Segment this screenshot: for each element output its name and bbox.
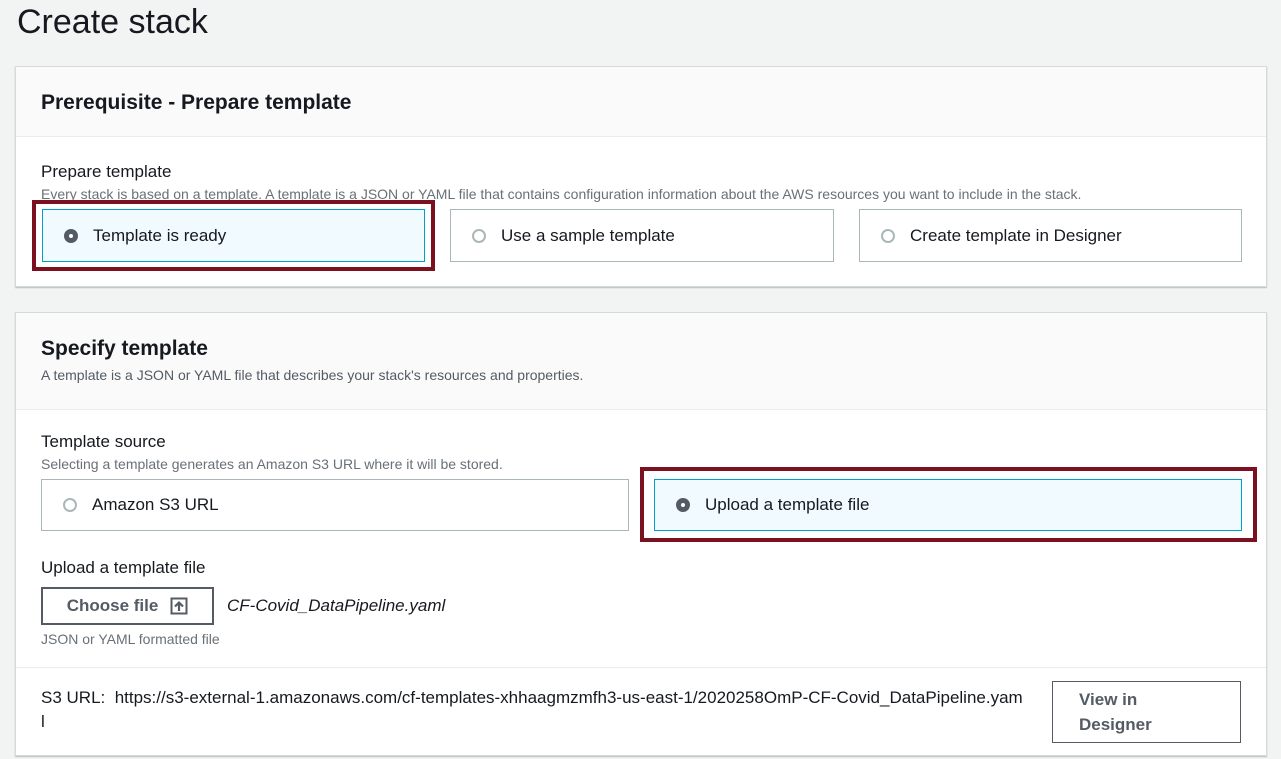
s3-url-text: S3 URL: https://s3-external-1.amazonaws.…	[41, 686, 1026, 734]
specify-template-title: Specify template	[41, 337, 208, 360]
view-in-designer-label: View in Designer	[1079, 690, 1152, 734]
choose-file-label: Choose file	[66, 596, 159, 615]
upload-template-file-label: Upload a template file	[41, 558, 206, 577]
option-use-sample-template-label: Use a sample template	[501, 225, 675, 245]
option-upload-template-file[interactable]: Upload a template file	[654, 479, 1242, 531]
s3-url-value[interactable]: https://s3-external-1.amazonaws.com/cf-t…	[41, 688, 1023, 731]
option-upload-template-file-label: Upload a template file	[705, 495, 870, 514]
s3-url-label: S3 URL:	[41, 688, 106, 707]
specify-template-card-header: Specify template A template is a JSON or…	[16, 313, 1266, 410]
specify-template-card: Specify template A template is a JSON or…	[15, 312, 1267, 756]
option-create-in-designer[interactable]: Create template in Designer	[859, 209, 1242, 262]
option-amazon-s3-url-label: Amazon S3 URL	[92, 495, 219, 514]
radio-template-is-ready[interactable]	[64, 228, 78, 243]
s3-url-row: S3 URL: https://s3-external-1.amazonaws.…	[16, 667, 1266, 758]
option-template-is-ready-label: Template is ready	[93, 225, 227, 245]
option-use-sample-template[interactable]: Use a sample template	[450, 209, 834, 262]
prerequisite-card-header: Prerequisite - Prepare template	[16, 67, 1266, 137]
radio-use-sample-template[interactable]	[472, 228, 486, 243]
option-create-in-designer-label: Create template in Designer	[910, 225, 1122, 245]
upload-icon	[170, 597, 188, 615]
file-constraint-text: JSON or YAML formatted file	[41, 631, 220, 647]
option-amazon-s3-url[interactable]: Amazon S3 URL	[41, 479, 629, 531]
choose-file-button[interactable]: Choose file	[41, 587, 214, 625]
specify-template-description: A template is a JSON or YAML file that d…	[41, 367, 584, 383]
radio-amazon-s3-url[interactable]	[63, 498, 77, 512]
prepare-template-description: Every stack is based on a template. A te…	[41, 186, 1082, 202]
selected-file-name: CF-Covid_DataPipeline.yaml	[227, 596, 446, 615]
prerequisite-title: Prerequisite - Prepare template	[41, 91, 352, 114]
page-title: Create stack	[17, 3, 208, 41]
template-source-label: Template source	[41, 432, 166, 451]
prerequisite-card: Prerequisite - Prepare template Prepare …	[15, 66, 1267, 287]
radio-create-in-designer[interactable]	[881, 228, 895, 243]
radio-upload-template-file[interactable]	[676, 498, 690, 512]
prepare-template-label: Prepare template	[41, 162, 172, 181]
view-in-designer-button[interactable]: View in Designer	[1052, 681, 1241, 743]
option-template-is-ready[interactable]: Template is ready	[42, 209, 425, 262]
template-source-description: Selecting a template generates an Amazon…	[41, 456, 503, 472]
